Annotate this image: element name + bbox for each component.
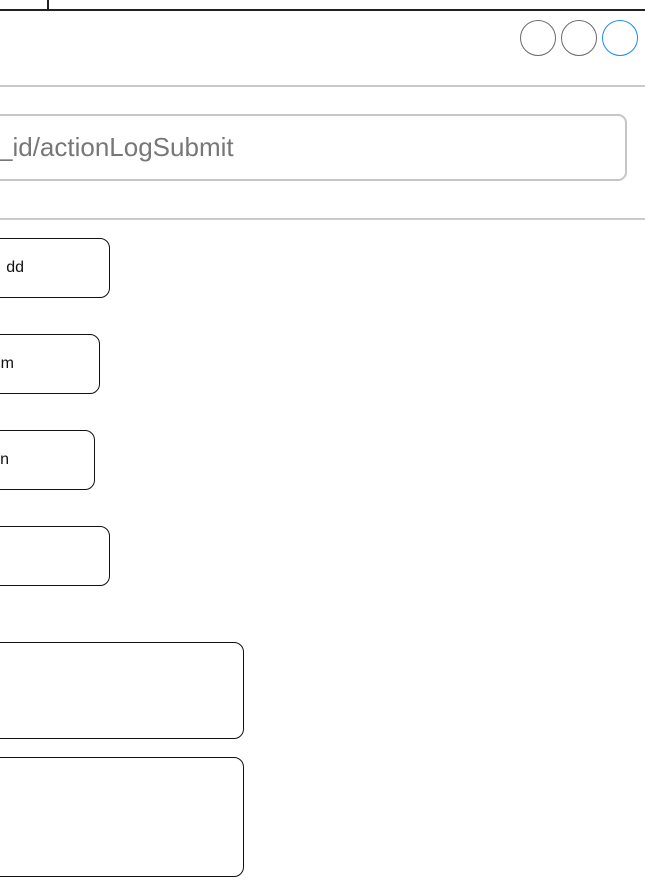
action-button-1[interactable]: dd [0,238,110,298]
action-button-2[interactable]: m [0,334,100,394]
action-button-3[interactable]: n [0,430,95,490]
window-control-left-circle[interactable] [520,20,556,56]
large-action-button-2[interactable] [0,757,244,877]
section-divider [0,218,645,220]
action-button-4[interactable] [0,526,110,586]
header-divider [0,85,645,87]
screen: _id/actionLogSubmit dd m n [0,0,645,888]
window-control-middle-circle[interactable] [561,20,597,56]
window-controls [520,20,638,56]
top-frame-edge [0,9,645,11]
action-button-3-label: n [0,451,9,468]
address-field[interactable]: _id/actionLogSubmit [0,114,627,181]
action-button-1-label: dd [6,259,24,276]
top-frame-divider [47,0,49,10]
large-action-button-1[interactable] [0,642,244,739]
window-control-right-circle[interactable] [602,20,638,56]
action-button-2-label: m [0,355,14,372]
